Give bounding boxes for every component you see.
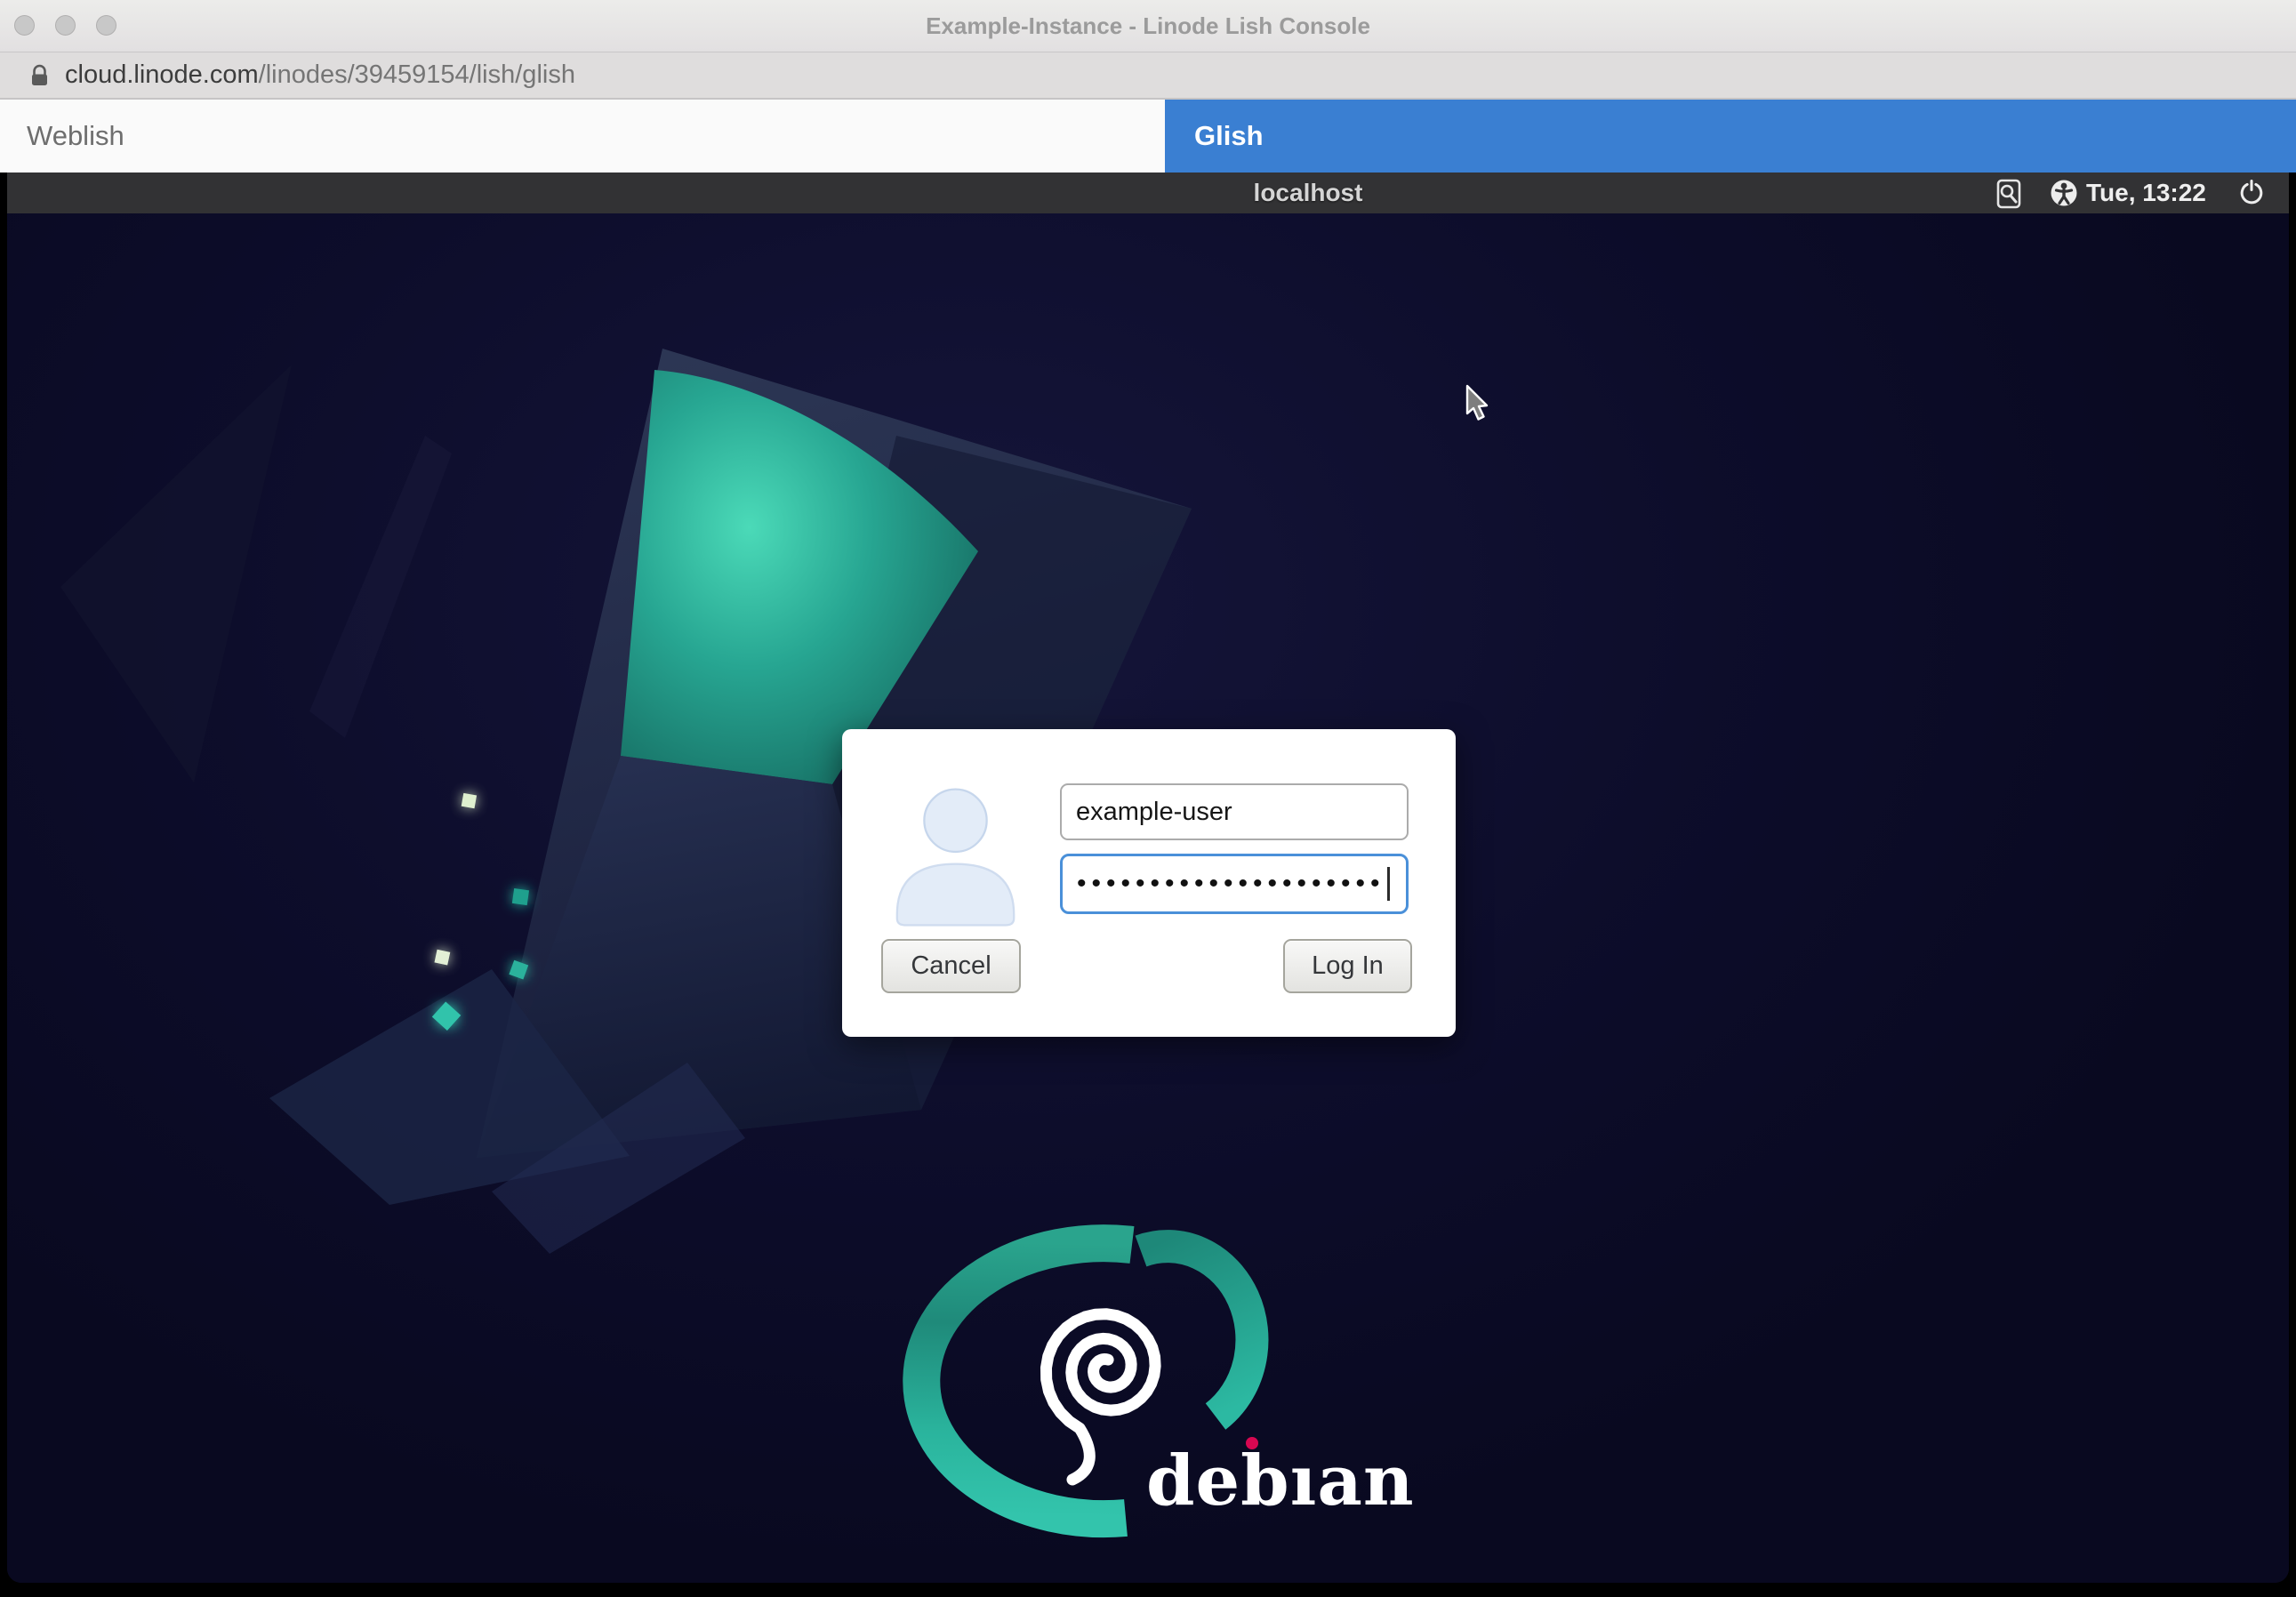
- bg-facet: [60, 365, 292, 782]
- console-area: localhost Tue, 13:22: [0, 173, 2296, 1597]
- power-icon[interactable]: [2238, 180, 2265, 206]
- debian-swirl-icon: [1047, 1314, 1156, 1480]
- lish-tab-bar: Weblish Glish: [0, 100, 2296, 173]
- clock-label[interactable]: Tue, 13:22: [2086, 173, 2206, 213]
- bg-facet: [309, 436, 452, 738]
- debian-wordmark: debıan: [1146, 1444, 1415, 1519]
- screen-magnifier-icon[interactable]: [1996, 179, 2021, 209]
- mouse-cursor-icon: [1465, 384, 1492, 423]
- accessibility-icon[interactable]: [2050, 179, 2078, 207]
- window-title: Example-Instance - Linode Lish Console: [0, 0, 2296, 52]
- address-bar[interactable]: cloud.linode.com/linodes/39459154/lish/g…: [0, 52, 2296, 100]
- window-titlebar: Example-Instance - Linode Lish Console: [0, 0, 2296, 52]
- url-host: cloud.linode.com: [65, 60, 259, 90]
- username-input[interactable]: example-user: [1060, 783, 1409, 840]
- tab-glish[interactable]: Glish: [1165, 100, 2296, 173]
- lock-icon: [30, 64, 49, 87]
- log-in-button[interactable]: Log In: [1283, 939, 1412, 993]
- user-avatar-icon: [873, 782, 1038, 929]
- desktop-wallpaper: debıan example-user ••••••••••••••••••••…: [7, 213, 2289, 1583]
- login-dialog: example-user ••••••••••••••••••••• Cance…: [842, 729, 1456, 1037]
- remote-screen: localhost Tue, 13:22: [7, 173, 2289, 1583]
- text-caret: [1387, 867, 1390, 901]
- debian-arc-right-icon: [1141, 1247, 1252, 1416]
- hostname-label: localhost: [1254, 173, 1363, 213]
- password-input[interactable]: •••••••••••••••••••••: [1060, 854, 1409, 914]
- debian-red-dot-icon: [1246, 1437, 1258, 1449]
- cancel-button[interactable]: Cancel: [881, 939, 1021, 993]
- gnome-top-bar: localhost Tue, 13:22: [7, 173, 2289, 213]
- url-path: /linodes/39459154/lish/glish: [259, 60, 575, 90]
- tab-weblish[interactable]: Weblish: [0, 100, 1165, 173]
